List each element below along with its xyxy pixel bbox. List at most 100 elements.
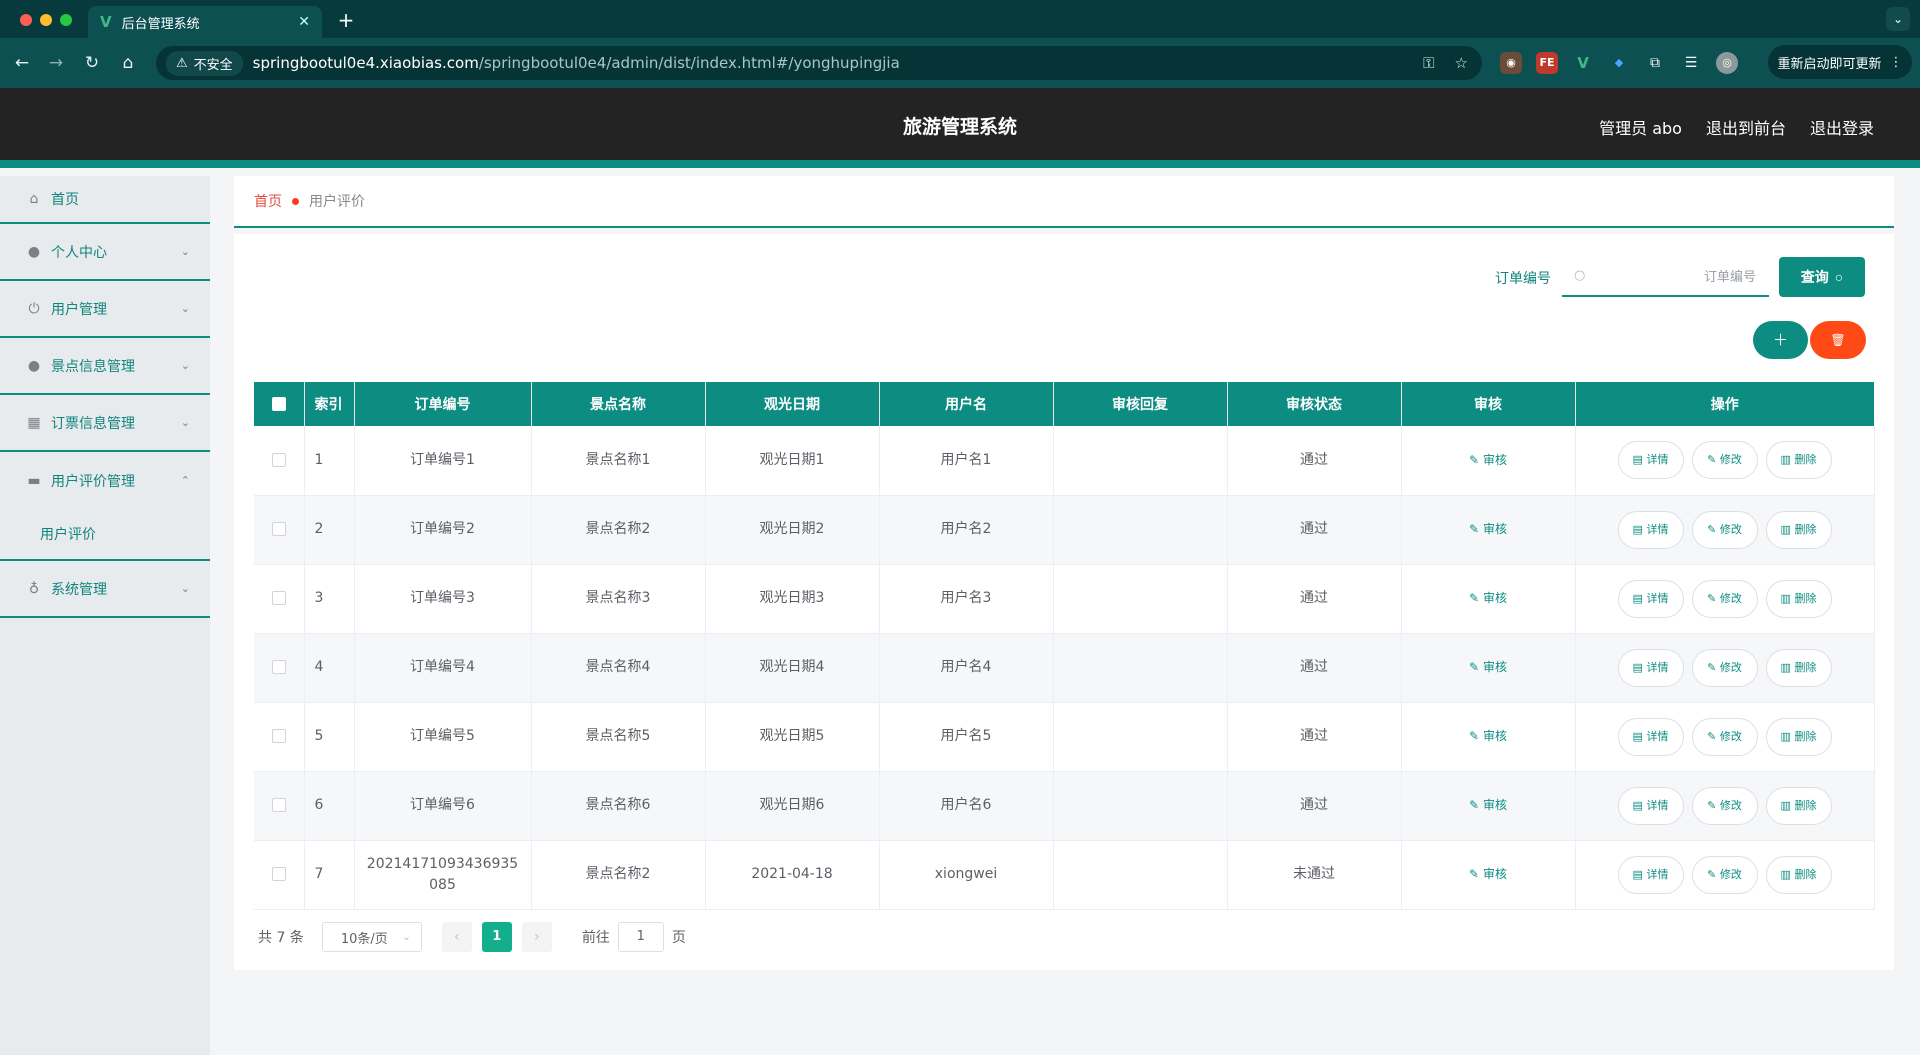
home-icon[interactable]: ⌂ — [116, 51, 140, 75]
back-icon[interactable]: ← — [10, 51, 34, 75]
page-number-button[interactable]: 1 — [481, 922, 512, 952]
prev-page-button[interactable]: ‹ — [441, 922, 472, 952]
search-icon: ○ — [1834, 269, 1844, 285]
add-button[interactable]: ＋ — [1753, 321, 1808, 359]
bookmark-star-icon[interactable]: ☆ — [1455, 54, 1468, 72]
sidebar-item-user-management[interactable]: ⏻ 用户管理 ⌄ — [0, 281, 210, 338]
edit-button[interactable]: ✎ 修改 — [1691, 579, 1758, 618]
edit-button[interactable]: ✎ 修改 — [1691, 510, 1758, 549]
order-number-search-input[interactable] — [1596, 265, 1756, 289]
edit-pen-icon: ✎ — [1469, 729, 1480, 743]
table-row: 2 订单编号2 景点名称2 观光日期2 用户名2 通过 ✎ 审核 ▤ 详情 ✎ 修… — [254, 495, 1875, 565]
select-all-checkbox[interactable] — [271, 397, 286, 411]
audit-link[interactable]: ✎ 审核 — [1469, 591, 1507, 605]
sidebar-subitem-user-review[interactable]: 用户评价 — [0, 509, 210, 561]
sidebar-item-spot-management[interactable]: ● 景点信息管理 ⌄ — [0, 338, 210, 395]
sidebar-item-label: 个人中心 — [51, 244, 107, 261]
edit-label: 修改 — [1719, 660, 1742, 674]
cell-audit: ✎ 审核 — [1401, 426, 1576, 496]
close-window-icon[interactable] — [20, 14, 32, 26]
reading-list-icon[interactable]: ☰ — [1680, 52, 1702, 74]
tab-search-icon[interactable]: ⌄ — [1886, 7, 1910, 31]
edit-button[interactable]: ✎ 修改 — [1691, 648, 1758, 687]
edit-pen-icon: ✎ — [1469, 660, 1480, 674]
exit-to-front-link[interactable]: 退出到前台 — [1706, 115, 1786, 139]
edit-button[interactable]: ✎ 修改 — [1691, 786, 1758, 825]
tab-close-icon[interactable]: ✕ — [298, 14, 310, 30]
delete-button[interactable]: ▥ 删除 — [1765, 579, 1832, 618]
extension-icon[interactable]: ◉ — [1500, 52, 1522, 74]
sidebar-item-system-management[interactable]: ♁ 系统管理 ⌄ — [0, 561, 210, 618]
maximize-window-icon[interactable] — [60, 14, 72, 26]
extension-fe-icon[interactable]: FE — [1536, 52, 1558, 74]
row-checkbox[interactable] — [271, 522, 286, 536]
detail-button[interactable]: ▤ 详情 — [1617, 855, 1684, 894]
row-checkbox[interactable] — [271, 660, 286, 674]
sidebar-item-review-management[interactable]: ▬ 用户评价管理 ⌃ — [0, 452, 210, 509]
row-checkbox[interactable] — [271, 452, 286, 467]
row-checkbox[interactable] — [271, 729, 286, 743]
detail-button[interactable]: ▤ 详情 — [1617, 717, 1684, 756]
new-tab-icon[interactable]: + — [334, 8, 358, 32]
cell-visit-date: 观光日期1 — [705, 426, 880, 496]
security-badge[interactable]: ⚠ 不安全 — [166, 50, 243, 76]
profile-avatar-icon[interactable]: ◎ — [1716, 52, 1738, 74]
sidebar-item-ticket-management[interactable]: ▦ 订票信息管理 ⌄ — [0, 395, 210, 452]
row-checkbox[interactable] — [271, 591, 286, 605]
cell-audit: ✎ 审核 — [1401, 771, 1576, 841]
sidebar-item-personal-center[interactable]: ● 个人中心 ⌄ — [0, 224, 210, 281]
audit-link[interactable]: ✎ 审核 — [1469, 453, 1507, 467]
sidebar-item-home[interactable]: ⌂ 首页 — [0, 176, 210, 224]
browser-tab[interactable]: V 后台管理系统 ✕ — [88, 6, 322, 38]
relaunch-update-button[interactable]: 重新启动即可更新 ⋮ — [1768, 45, 1912, 79]
audit-link[interactable]: ✎ 审核 — [1469, 798, 1507, 812]
delete-button[interactable]: ▥ 删除 — [1765, 510, 1832, 549]
edit-button[interactable]: ✎ 修改 — [1691, 441, 1758, 480]
page-size-select[interactable]: 10条/页 ⌄ — [321, 922, 422, 952]
cell-actions: ▤ 详情 ✎ 修改 ▥ 删除 — [1575, 840, 1875, 910]
delete-button[interactable]: ▥ 删除 — [1765, 441, 1832, 480]
detail-button[interactable]: ▤ 详情 — [1617, 579, 1684, 618]
edit-button[interactable]: ✎ 修改 — [1691, 717, 1758, 756]
more-menu-icon[interactable]: ⋮ — [1890, 55, 1903, 70]
extension-vue-icon[interactable]: V — [1572, 52, 1594, 74]
edit-button[interactable]: ✎ 修改 — [1691, 855, 1758, 894]
cell-username: 用户名4 — [879, 633, 1054, 703]
detail-button[interactable]: ▤ 详情 — [1617, 648, 1684, 687]
delete-button[interactable]: ▥ 删除 — [1765, 786, 1832, 825]
row-checkbox[interactable] — [271, 798, 286, 812]
delete-button[interactable]: ▥ 删除 — [1765, 648, 1832, 687]
chevron-down-icon: ⌄ — [180, 416, 190, 429]
delete-button[interactable]: ▥ 删除 — [1765, 855, 1832, 894]
batch-delete-button[interactable]: 🗑 — [1810, 321, 1866, 359]
breadcrumb-home[interactable]: 首页 — [254, 191, 282, 211]
audit-label: 审核 — [1482, 522, 1507, 536]
extension-diamond-icon[interactable]: ◆ — [1608, 52, 1630, 74]
delete-button[interactable]: ▥ 删除 — [1765, 717, 1832, 756]
row-checkbox[interactable] — [271, 867, 286, 881]
url-field[interactable]: ⚠ 不安全 springbootul0e4.xiaobias.com/sprin… — [156, 46, 1482, 80]
extensions-puzzle-icon[interactable]: ⧉ — [1644, 52, 1666, 74]
minimize-window-icon[interactable] — [40, 14, 52, 26]
next-page-button[interactable]: › — [521, 922, 552, 952]
goto-page-input[interactable]: 1 — [617, 922, 664, 952]
audit-link[interactable]: ✎ 审核 — [1469, 522, 1507, 536]
key-icon[interactable]: ⚿ — [1423, 54, 1434, 72]
detail-button[interactable]: ▤ 详情 — [1617, 441, 1684, 480]
reload-icon[interactable]: ↻ — [80, 51, 104, 75]
forward-icon[interactable]: → — [44, 51, 68, 75]
audit-link[interactable]: ✎ 审核 — [1469, 867, 1507, 881]
query-button[interactable]: 查询 ○ — [1779, 257, 1865, 297]
detail-button[interactable]: ▤ 详情 — [1617, 786, 1684, 825]
delete-label: 删除 — [1794, 798, 1817, 812]
audit-link[interactable]: ✎ 审核 — [1469, 660, 1507, 674]
column-header-index: 索引 — [304, 382, 355, 426]
audit-link[interactable]: ✎ 审核 — [1469, 729, 1507, 743]
column-header-username: 用户名 — [879, 382, 1054, 426]
breadcrumb-separator-icon — [292, 197, 299, 205]
column-header-audit-reply: 审核回复 — [1053, 382, 1228, 426]
chevron-down-icon: ⌄ — [180, 302, 190, 315]
row-select-cell — [254, 633, 305, 703]
logout-link[interactable]: 退出登录 — [1810, 115, 1874, 139]
detail-button[interactable]: ▤ 详情 — [1617, 510, 1684, 549]
